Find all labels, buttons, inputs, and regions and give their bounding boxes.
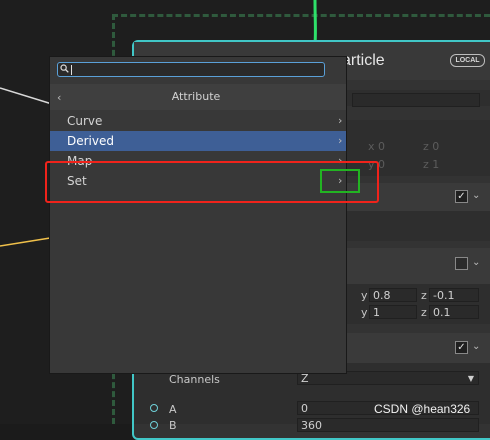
input-port[interactable] — [150, 404, 158, 412]
chevron-down-icon[interactable]: ⌄ — [472, 257, 480, 268]
y-label: y — [361, 289, 368, 302]
menu-item-curve[interactable]: Curve › — [50, 111, 346, 131]
search-input[interactable] — [57, 62, 325, 77]
z-input[interactable]: 0.1 — [429, 305, 479, 319]
chevron-right-icon: › — [338, 114, 342, 127]
y-input[interactable]: 0.8 — [369, 288, 417, 302]
port-b-label: B — [169, 419, 177, 432]
text-caret — [71, 65, 72, 75]
dropdown-arrow-icon: ▼ — [468, 372, 474, 386]
port-b-input[interactable]: 360 — [297, 418, 479, 432]
faint-value: z 0 — [423, 140, 439, 153]
watermark: CSDN @hean326 — [374, 402, 470, 416]
y-label: y — [361, 306, 368, 319]
local-badge: LOCAL — [450, 54, 485, 67]
z-label: z — [421, 306, 427, 319]
z-label: z — [421, 289, 427, 302]
input-port[interactable] — [150, 421, 158, 429]
chevron-down-icon[interactable]: ⌄ — [472, 341, 480, 352]
menu-item-label: Curve — [67, 114, 102, 128]
node-title: article — [342, 52, 385, 70]
faint-value: x 0 — [368, 140, 385, 153]
chevron-right-icon: › — [338, 134, 342, 147]
wire-white — [0, 88, 52, 104]
chevron-down-icon[interactable]: ⌄ — [472, 190, 480, 201]
block-enabled-checkbox[interactable] — [455, 257, 468, 270]
highlight-box-green — [320, 169, 360, 193]
wire-yellow — [0, 238, 50, 246]
y-input[interactable]: 1 — [369, 305, 417, 319]
menu-item-derived[interactable]: Derived › — [50, 131, 346, 151]
search-icon — [60, 64, 69, 76]
block-enabled-checkbox[interactable]: ✓ — [455, 190, 468, 203]
channels-label: Channels — [169, 373, 220, 386]
faint-value: z 1 — [423, 158, 439, 171]
node-field-input[interactable] — [352, 93, 480, 107]
popup-title: Attribute — [50, 90, 342, 103]
port-a-label: A — [169, 403, 177, 416]
block-enabled-checkbox[interactable]: ✓ — [455, 341, 468, 354]
z-input[interactable]: -0.1 — [429, 288, 479, 302]
menu-item-label: Derived — [67, 134, 114, 148]
